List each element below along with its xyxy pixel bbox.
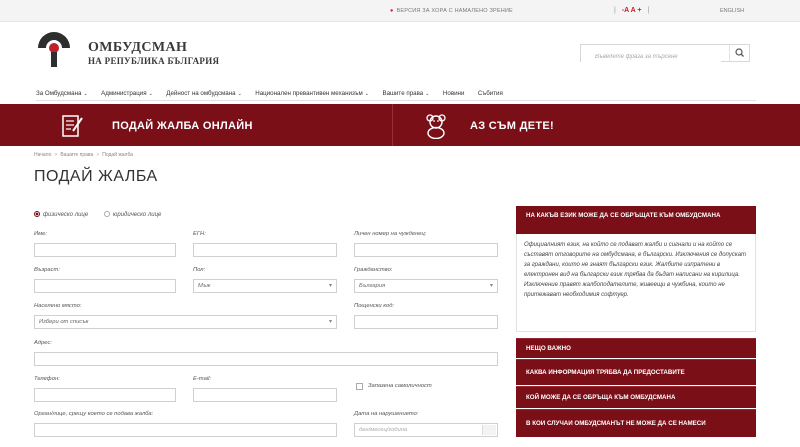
- nav-item-npm[interactable]: Национален превантивен механизъм ⌄: [255, 90, 369, 97]
- language-switch-link[interactable]: ENGLISH: [720, 8, 744, 14]
- top-utility-bar: ● ВЕРСИЯ ЗА ХОРА С НАМАЛЕНО ЗРЕНИЕ | -A A…: [0, 0, 800, 22]
- breadcrumb-rights[interactable]: Вашите права: [60, 152, 93, 158]
- nav-divider: [36, 100, 756, 101]
- nav-item-administration[interactable]: Администрация ⌄: [101, 90, 153, 97]
- teddy-bear-icon[interactable]: [424, 113, 448, 139]
- chevron-down-icon: ⌄: [425, 91, 430, 97]
- calendar-icon[interactable]: [482, 425, 496, 435]
- age-label: Възраст:: [34, 267, 60, 273]
- name-label: Име:: [34, 231, 47, 237]
- address-field[interactable]: [34, 352, 498, 366]
- eye-icon: ●: [390, 8, 394, 14]
- ombudsman-logo-icon[interactable]: [34, 30, 74, 70]
- breadcrumb-current: Подай жалба: [102, 152, 133, 158]
- gender-select[interactable]: Мъж: [193, 279, 337, 293]
- address-label: Адрес:: [34, 340, 52, 346]
- i-am-a-child-link[interactable]: АЗ СЪМ ДЕТЕ!: [470, 120, 554, 132]
- sidebar-item-important[interactable]: НЕЩО ВАЖНО: [516, 338, 756, 358]
- search-icon: [735, 48, 744, 57]
- person-type-radio-group: физическо лице юридическо лице: [34, 211, 175, 218]
- sidebar-item-information[interactable]: КАКВА ИНФОРМАЦИЯ ТРЯБВА ДА ПРЕДОСТАВИТЕ: [516, 359, 756, 385]
- font-size-controls: | -A A + |: [614, 7, 650, 14]
- low-vision-label: ВЕРСИЯ ЗА ХОРА С НАМАЛЕНО ЗРЕНИЕ: [396, 8, 513, 14]
- name-field[interactable]: [34, 243, 176, 257]
- site-header: ОМБУДСМАН НА РЕПУБЛИКА БЪЛГАРИЯ: [0, 22, 800, 80]
- settlement-select[interactable]: Избери от списък: [34, 315, 337, 329]
- nav-item-events[interactable]: Събития: [478, 90, 503, 97]
- main-navigation: За Омбудсмана ⌄ Администрация ⌄ Дейност на…: [36, 82, 756, 98]
- nav-item-activity[interactable]: Дейност на омбудсмана ⌄: [166, 90, 242, 97]
- violation-date-placeholder: ден/месец/година: [359, 427, 408, 433]
- authority-label: Орган/лице, срещу което се подава жалба:: [34, 411, 154, 417]
- gender-label: Пол:: [193, 267, 206, 273]
- citizenship-select[interactable]: България: [354, 279, 498, 293]
- chevron-down-icon: ⌄: [148, 91, 153, 97]
- age-field[interactable]: [34, 279, 176, 293]
- font-increase-button[interactable]: +: [637, 7, 641, 14]
- action-banner: ПОДАЙ ЖАЛБА ОНЛАЙН АЗ СЪМ ДЕТЕ!: [0, 104, 800, 146]
- chevron-down-icon: ⌄: [237, 91, 242, 97]
- nav-item-rights[interactable]: Вашите права ⌄: [382, 90, 429, 97]
- submit-complaint-online-link[interactable]: ПОДАЙ ЖАЛБА ОНЛАЙН: [112, 120, 253, 132]
- chevron-down-icon: ⌄: [83, 91, 88, 97]
- postcode-field[interactable]: [354, 315, 498, 329]
- chevron-down-icon: ⌄: [364, 91, 369, 97]
- radio-legal-entity[interactable]: юридическо лице: [103, 211, 161, 218]
- nav-item-about[interactable]: За Омбудсмана ⌄: [36, 90, 88, 97]
- low-vision-link[interactable]: ● ВЕРСИЯ ЗА ХОРА С НАМАЛЕНО ЗРЕНИЕ: [390, 8, 513, 14]
- phone-label: Телефон:: [34, 376, 60, 382]
- search-box: [580, 44, 750, 65]
- sidebar-item-who-can-apply[interactable]: КОЙ МОЖЕ ДА СЕ ОБРЪЩА КЪМ ОМБУДСМАНА: [516, 386, 756, 408]
- radio-unchecked-icon: [103, 211, 110, 217]
- font-decrease-button[interactable]: -A: [622, 7, 629, 14]
- complaint-form-icon[interactable]: [62, 114, 84, 138]
- site-title[interactable]: ОМБУДСМАН: [88, 40, 187, 56]
- email-field[interactable]: [193, 388, 337, 402]
- foreigner-id-field[interactable]: [354, 243, 498, 257]
- breadcrumb-home[interactable]: Начало: [34, 152, 51, 158]
- settlement-label: Населено място:: [34, 303, 82, 309]
- violation-date-field[interactable]: ден/месец/година: [354, 423, 498, 437]
- email-label: E-mail:: [193, 376, 212, 382]
- egn-field[interactable]: [193, 243, 337, 257]
- sidebar-language-text: Официалният език, на който се подават жа…: [524, 242, 747, 298]
- search-input[interactable]: [581, 49, 721, 65]
- search-button[interactable]: [729, 45, 749, 61]
- breadcrumb: Начало > Вашите права > Подай жалба: [34, 152, 133, 158]
- nav-item-news[interactable]: Новини: [443, 90, 465, 97]
- font-normal-button[interactable]: A: [631, 7, 636, 14]
- page-title: ПОДАЙ ЖАЛБА: [34, 168, 158, 185]
- foreigner-id-label: Личен номер на чужденец:: [354, 231, 427, 237]
- anonymity-label: Запазена самоличност: [368, 383, 432, 389]
- authority-field[interactable]: [34, 423, 337, 437]
- radio-individual[interactable]: физическо лице: [34, 211, 88, 218]
- citizenship-label: Гражданство:: [354, 267, 393, 273]
- phone-field[interactable]: [34, 388, 176, 402]
- radio-checked-icon: [34, 211, 40, 217]
- sidebar-item-cannot-intervene[interactable]: В КОИ СЛУЧАИ ОМБУДСМАНЪТ НЕ МОЖЕ ДА СЕ Н…: [516, 409, 756, 437]
- violation-date-label: Дата на нарушението:: [354, 411, 419, 417]
- egn-label: ЕГН:: [193, 231, 206, 237]
- sidebar-language-heading: НА КАКЪВ ЕЗИК МОЖЕ ДА СЕ ОБРЪЩАТЕ КЪМ ОМ…: [516, 206, 756, 234]
- anonymity-checkbox[interactable]: [356, 383, 363, 390]
- site-subtitle: НА РЕПУБЛИКА БЪЛГАРИЯ: [88, 56, 220, 66]
- postcode-label: Пощенски код:: [354, 303, 395, 309]
- banner-divider: [392, 104, 393, 146]
